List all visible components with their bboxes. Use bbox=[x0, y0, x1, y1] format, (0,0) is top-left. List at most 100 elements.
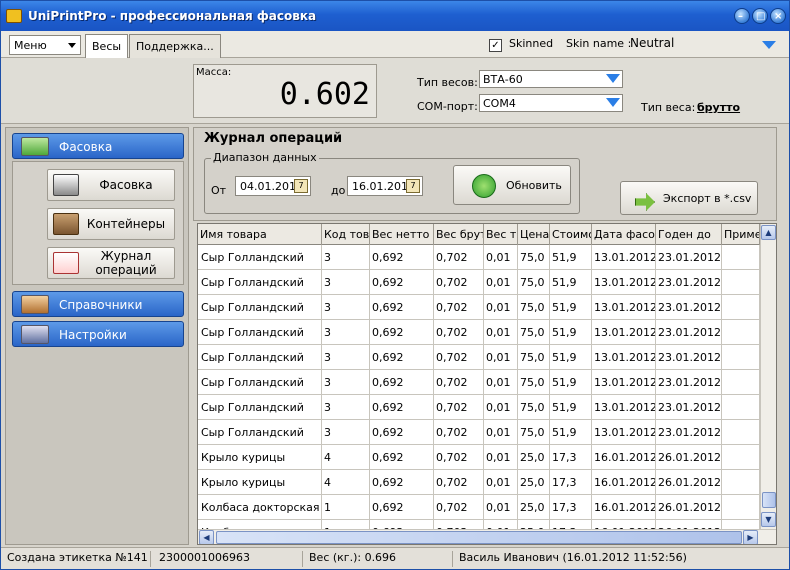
column-header[interactable]: Вес т bbox=[484, 224, 518, 245]
table-cell: Сыр Голландский bbox=[198, 270, 322, 295]
title-bar[interactable]: UniPrintPro - профессиональная фасовка –… bbox=[1, 1, 789, 31]
column-header[interactable]: Код това bbox=[322, 224, 370, 245]
table-row[interactable]: Сыр Голландский 3 0,692 0,702 0,01 75,0 51,9 13… bbox=[198, 420, 760, 445]
column-header[interactable]: Имя товара bbox=[198, 224, 322, 245]
table-cell: 0,01 bbox=[484, 295, 518, 320]
tab-scales[interactable]: Весы bbox=[85, 34, 129, 59]
vertical-scroll-thumb[interactable] bbox=[762, 492, 776, 508]
table-cell: 0,702 bbox=[434, 395, 484, 420]
scroll-right-icon[interactable]: ▶ bbox=[743, 530, 758, 544]
sidebar-section-label: Настройки bbox=[59, 328, 127, 342]
arrow-right-icon bbox=[635, 193, 655, 211]
maximize-button[interactable]: □ bbox=[752, 8, 768, 24]
sidebar-item-containers[interactable]: Контейнеры bbox=[47, 208, 175, 240]
table-cell: 13.01.2012 bbox=[592, 270, 656, 295]
scroll-up-icon[interactable]: ▲ bbox=[761, 225, 776, 240]
scale-type-value: ВТА-60 bbox=[483, 73, 523, 86]
table-cell: 16.01.2012 bbox=[592, 470, 656, 495]
table-row[interactable]: Сыр Голландский 3 0,692 0,702 0,01 75,0 51,9 13… bbox=[198, 320, 760, 345]
column-header[interactable]: Цена bbox=[518, 224, 550, 245]
column-header[interactable]: Вес брут bbox=[434, 224, 484, 245]
table-cell: 3 bbox=[322, 345, 370, 370]
table-cell bbox=[722, 420, 760, 445]
table-cell: Сыр Голландский bbox=[198, 420, 322, 445]
table-row[interactable]: Сыр Голландский 3 0,692 0,702 0,01 75,0 51,9 13… bbox=[198, 395, 760, 420]
column-header[interactable]: Приме bbox=[722, 224, 760, 245]
date-range-group: Диапазон данных От 04.01.2012 7 до 16.01… bbox=[204, 151, 580, 214]
horizontal-scrollbar[interactable]: ◀ ▶ bbox=[198, 529, 776, 544]
table-cell: 25,0 bbox=[518, 445, 550, 470]
weight-type-value[interactable]: брутто bbox=[697, 101, 740, 114]
to-date-input[interactable]: 16.01.2012 7 bbox=[347, 176, 423, 196]
refresh-icon bbox=[472, 174, 496, 198]
table-cell: 25,0 bbox=[518, 470, 550, 495]
tab-support[interactable]: Поддержка... bbox=[129, 34, 221, 58]
table-cell: 0,702 bbox=[434, 345, 484, 370]
com-port-select[interactable]: COM4 bbox=[479, 94, 623, 112]
journal-panel: Журнал операций Диапазон данных От 04.01… bbox=[193, 127, 777, 221]
table-cell bbox=[722, 470, 760, 495]
chevron-down-icon bbox=[606, 98, 620, 107]
column-header[interactable]: Дата фасов bbox=[592, 224, 656, 245]
table-row[interactable]: Крыло курицы 4 0,692 0,702 0,01 25,0 17,3 16.01… bbox=[198, 470, 760, 495]
calendar-icon[interactable]: 7 bbox=[294, 179, 308, 193]
table-cell: 0,702 bbox=[434, 295, 484, 320]
sidebar-section-packing[interactable]: Фасовка bbox=[12, 133, 184, 159]
table-row[interactable]: Колбаса докторская10,6920,7020,0125,017,… bbox=[198, 495, 760, 520]
calendar-icon[interactable]: 7 bbox=[406, 179, 420, 193]
table-cell: 13.01.2012 bbox=[592, 345, 656, 370]
sidebar-item-journal[interactable]: Журнал операций bbox=[47, 247, 175, 279]
minimize-button[interactable]: – bbox=[734, 8, 750, 24]
scroll-down-icon[interactable]: ▼ bbox=[761, 512, 776, 527]
column-header[interactable]: Годен до bbox=[656, 224, 722, 245]
export-csv-button[interactable]: Экспорт в *.csv bbox=[620, 181, 758, 215]
table-row[interactable]: Сыр Голландский 3 0,692 0,702 0,01 75,0 51,9 13… bbox=[198, 345, 760, 370]
menu-bar: Меню Весы Поддержка... ✓ Skinned Skin na… bbox=[1, 31, 789, 59]
table-cell: 0,01 bbox=[484, 345, 518, 370]
sidebar-item-packing[interactable]: Фасовка bbox=[47, 169, 175, 201]
status-barcode: 2300001006963 bbox=[153, 551, 303, 567]
menu-combo[interactable]: Меню bbox=[9, 35, 81, 55]
table-row[interactable]: Сыр Голландский 3 0,692 0,702 0,01 75,0 51,9 13… bbox=[198, 270, 760, 295]
table-cell: 0,01 bbox=[484, 370, 518, 395]
table-row[interactable]: Сыр Голландский 3 0,692 0,702 0,01 75,0 51,9 13… bbox=[198, 295, 760, 320]
column-header[interactable]: Стоимо bbox=[550, 224, 592, 245]
table-row[interactable]: Крыло курицы 4 0,692 0,702 0,01 25,0 17,3 16.01… bbox=[198, 445, 760, 470]
table-cell: 13.01.2012 bbox=[592, 395, 656, 420]
close-button[interactable]: × bbox=[770, 8, 786, 24]
scale-type-select[interactable]: ВТА-60 bbox=[479, 70, 623, 88]
table-cell: 25,0 bbox=[518, 495, 550, 520]
table-cell: 0,692 bbox=[370, 345, 434, 370]
table-cell: 0,01 bbox=[484, 445, 518, 470]
vertical-scrollbar[interactable]: ▲ ▼ bbox=[760, 224, 776, 529]
table-cell: 0,01 bbox=[484, 470, 518, 495]
table-cell: Крыло курицы bbox=[198, 445, 322, 470]
table-cell: 23.01.2012 bbox=[656, 370, 722, 395]
table-cell: 17,3 bbox=[550, 445, 592, 470]
com-port-label: COM-порт: bbox=[417, 100, 478, 113]
from-date-input[interactable]: 04.01.2012 7 bbox=[235, 176, 311, 196]
horizontal-scroll-thumb[interactable] bbox=[216, 531, 742, 544]
refresh-button[interactable]: Обновить bbox=[453, 165, 571, 205]
status-label-created: Создана этикетка №141 bbox=[1, 551, 151, 567]
table-cell: Колбаса докторская bbox=[198, 495, 322, 520]
scroll-left-icon[interactable]: ◀ bbox=[199, 530, 214, 544]
collapse-arrow-icon[interactable] bbox=[762, 41, 776, 49]
table-row[interactable]: Сыр Голландский 3 0,692 0,702 0,01 75,0 51,9 13… bbox=[198, 370, 760, 395]
sidebar-section-references[interactable]: Справочники bbox=[12, 291, 184, 317]
column-header[interactable]: Вес нетто bbox=[370, 224, 434, 245]
table-cell: 0,692 bbox=[370, 445, 434, 470]
sidebar-section-settings[interactable]: Настройки bbox=[12, 321, 184, 347]
table-cell: 75,0 bbox=[518, 245, 550, 270]
skin-name-label: Skin name : bbox=[566, 37, 632, 50]
table-cell: 51,9 bbox=[550, 270, 592, 295]
table-cell: 51,9 bbox=[550, 370, 592, 395]
table-cell: 0,702 bbox=[434, 245, 484, 270]
table-cell: 3 bbox=[322, 270, 370, 295]
window-title: UniPrintPro - профессиональная фасовка bbox=[28, 9, 317, 23]
skinned-checkbox[interactable]: ✓ bbox=[489, 39, 502, 52]
sidebar-item-label: Фасовка bbox=[99, 178, 153, 192]
table-cell: 16.01.2012 bbox=[592, 445, 656, 470]
table-cell bbox=[722, 320, 760, 345]
table-row[interactable]: Сыр Голландский 3 0,692 0,702 0,01 75,0 51,9 13… bbox=[198, 245, 760, 270]
